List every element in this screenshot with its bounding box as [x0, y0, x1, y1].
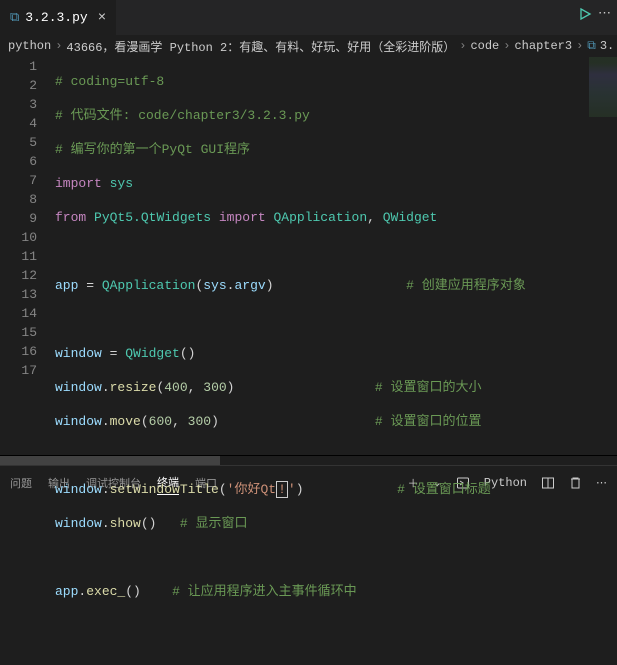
close-tab-button[interactable]: ×	[98, 10, 106, 26]
editor-actions: ⋯	[578, 6, 611, 21]
breadcrumb-segment[interactable]: python	[8, 39, 51, 53]
tab-problems[interactable]: 问题	[10, 471, 32, 495]
python-file-icon: ⧉	[587, 39, 596, 53]
tab-label: 3.2.3.py	[25, 10, 87, 25]
chevron-right-icon: ›	[55, 39, 62, 53]
chevron-right-icon: ›	[503, 39, 510, 53]
more-actions-button[interactable]: ⋯	[598, 6, 611, 21]
editor-tab[interactable]: ⧉ 3.2.3.py ×	[0, 0, 116, 35]
chevron-right-icon: ›	[576, 39, 583, 53]
breadcrumb-segment[interactable]: 3...	[600, 39, 617, 53]
minimap[interactable]	[589, 57, 617, 117]
run-button[interactable]	[578, 7, 592, 21]
breadcrumb-segment[interactable]: chapter3	[514, 39, 572, 53]
tab-bar: ⧉ 3.2.3.py × ⋯	[0, 0, 617, 35]
breadcrumb-segment[interactable]: 43666，看漫画学 Python 2：有趣、有料、好玩、好用（全彩进阶版）	[66, 38, 455, 55]
code-editor[interactable]: 123 456 789 101112 131415 1617 # coding=…	[0, 57, 617, 455]
python-file-icon: ⧉	[10, 10, 19, 25]
chevron-right-icon: ›	[459, 39, 466, 53]
code-content[interactable]: # coding=utf-8 # 代码文件: code/chapter3/3.2…	[55, 57, 617, 455]
breadcrumb[interactable]: python › 43666，看漫画学 Python 2：有趣、有料、好玩、好用…	[0, 35, 617, 57]
line-number-gutter: 123 456 789 101112 131415 1617	[0, 57, 55, 455]
breadcrumb-segment[interactable]: code	[470, 39, 499, 53]
